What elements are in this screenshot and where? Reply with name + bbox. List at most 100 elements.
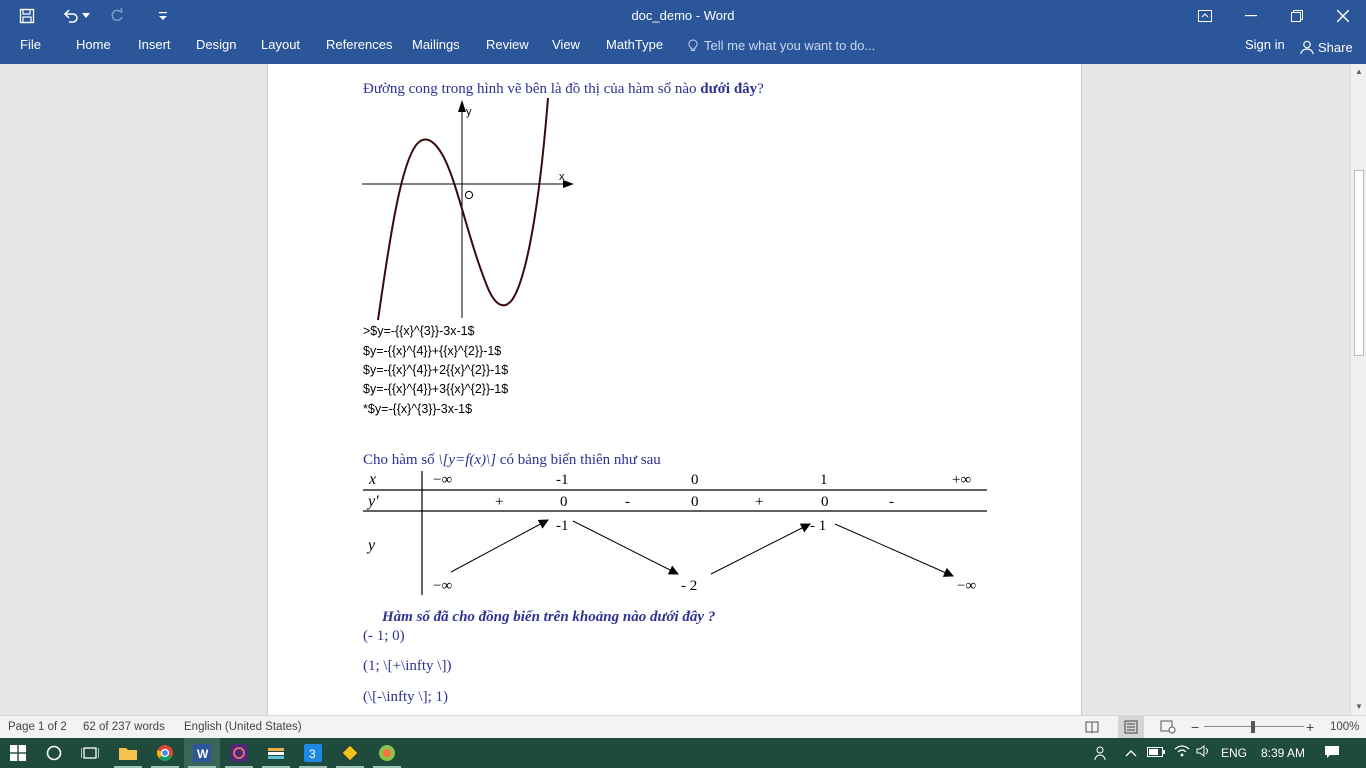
person-icon (1300, 40, 1314, 54)
q1-answer-5: *$y=-{{x}^{3}}-3x-1$ (363, 402, 473, 416)
zoom-out-icon[interactable]: − (1191, 716, 1199, 738)
x-axis-arrow (563, 180, 574, 188)
document-area: Đường cong trong hình vẽ bên là đồ thị c… (0, 64, 1350, 715)
function-graph: y x (362, 97, 574, 321)
tab-layout[interactable]: Layout (261, 32, 300, 60)
show-hidden-icons[interactable] (1125, 738, 1137, 768)
tab-home[interactable]: Home (76, 32, 111, 60)
vertical-scrollbar[interactable]: ▲ ▼ (1350, 64, 1366, 715)
q1-answer-2: $y=-{{x}^{4}}+{{x}^{2}}-1$ (363, 344, 502, 358)
wifi-icon[interactable] (1174, 738, 1190, 768)
row-label-y: y (366, 537, 376, 554)
print-layout-icon[interactable] (1118, 716, 1144, 738)
question-1-part-c: ? (757, 81, 764, 97)
tell-me-search[interactable]: Tell me what you want to do... (688, 32, 875, 60)
tab-design[interactable]: Design (196, 32, 236, 60)
question-1-part-a: Đường cong trong hình vẽ bên là đồ thị c… (363, 81, 701, 97)
tab-view[interactable]: View (552, 32, 580, 60)
scroll-up-icon[interactable]: ▲ (1351, 65, 1366, 79)
tab-file[interactable]: File (20, 32, 41, 60)
tell-me-label: Tell me what you want to do... (704, 38, 876, 53)
increase-arrow (710, 523, 811, 575)
input-language[interactable]: ENG (1221, 738, 1247, 768)
scroll-down-icon[interactable]: ▼ (1351, 700, 1366, 714)
y-axis-label: y (466, 106, 472, 118)
app-icon-stack[interactable] (258, 738, 294, 768)
customize-toolbar-icon[interactable] (148, 0, 178, 32)
y-value: −∞ (957, 578, 976, 594)
action-center-icon[interactable] (1324, 745, 1340, 761)
tab-mathtype[interactable]: MathType (606, 32, 663, 60)
redo-icon[interactable] (102, 0, 132, 32)
y-axis-arrow (458, 100, 466, 112)
q1-answer-4: $y=-{{x}^{4}}+3{{x}^{2}}-1$ (363, 382, 509, 396)
clock[interactable]: 8:39 AM (1261, 738, 1305, 768)
y-value: - 1 (810, 518, 826, 534)
app-icon-blue[interactable]: 3 (295, 738, 331, 768)
volume-icon[interactable] (1196, 738, 1212, 768)
document-page[interactable]: Đường cong trong hình vẽ bên là đồ thị c… (267, 64, 1082, 715)
question-2-intro-a: Cho hàm số (363, 452, 439, 468)
x-axis-label: x (559, 171, 565, 183)
task-view-icon[interactable] (72, 738, 108, 768)
question-1-bold: dưới đây (700, 81, 758, 97)
lightbulb-icon (688, 39, 698, 51)
x-value: 1 (820, 472, 828, 488)
scrollbar-thumb[interactable] (1354, 170, 1364, 356)
app-icon-purple[interactable] (221, 738, 257, 768)
yprime-value: + (755, 494, 763, 510)
x-value: +∞ (952, 472, 971, 488)
yprime-value: - (889, 494, 894, 510)
decrease-arrow (834, 523, 954, 577)
close-icon[interactable] (1320, 0, 1366, 32)
tab-references[interactable]: References (326, 32, 392, 60)
x-value: -1 (556, 472, 569, 488)
title-bar: doc_demo - Word (0, 0, 1366, 32)
yprime-value: 0 (691, 494, 699, 510)
variation-table: x y' y −∞ -1 0 1 +∞ + 0 - 0 + 0 - −∞ -1 … (363, 471, 987, 595)
ribbon-display-options-icon[interactable] (1182, 0, 1228, 32)
yprime-value: - (625, 494, 630, 510)
language-indicator[interactable]: English (United States) (184, 716, 302, 738)
restore-icon[interactable] (1274, 0, 1320, 32)
status-bar: Page 1 of 2 62 of 237 words English (Uni… (0, 715, 1366, 738)
zoom-level[interactable]: 100% (1330, 716, 1359, 738)
y-value: -1 (556, 518, 569, 534)
share-button[interactable]: Share (1294, 34, 1360, 60)
undo-dropdown-icon[interactable] (76, 0, 96, 32)
file-explorer-icon[interactable] (110, 738, 146, 768)
page-indicator[interactable]: Page 1 of 2 (8, 716, 67, 738)
word-count[interactable]: 62 of 237 words (83, 716, 165, 738)
tab-review[interactable]: Review (486, 32, 529, 60)
search-icon[interactable] (36, 738, 72, 768)
yprime-value: 0 (821, 494, 829, 510)
app-icon-diamond[interactable] (332, 738, 368, 768)
share-label: Share (1318, 39, 1353, 55)
start-icon[interactable] (0, 738, 36, 768)
minimize-icon[interactable] (1228, 0, 1274, 32)
cubic-curve (377, 97, 549, 321)
q1-answer-3: $y=-{{x}^{4}}+2{{x}^{2}}-1$ (363, 363, 509, 377)
question-2-intro-c: có bảng biến thiên như sau (496, 452, 661, 468)
app-icon-game[interactable] (369, 738, 405, 768)
zoom-slider-thumb[interactable] (1251, 721, 1255, 733)
sign-in-link[interactable]: Sign in (1245, 32, 1285, 58)
word-taskbar-icon[interactable]: W (184, 738, 220, 768)
tab-mailings[interactable]: Mailings (412, 32, 460, 60)
increase-arrow (450, 519, 549, 573)
y-value: −∞ (433, 578, 452, 594)
window-title: doc_demo - Word (631, 8, 735, 23)
zoom-in-icon[interactable]: + (1306, 716, 1314, 738)
yprime-value: 0 (560, 494, 568, 510)
save-icon[interactable] (12, 0, 42, 32)
people-icon[interactable] (1094, 745, 1110, 761)
tab-insert[interactable]: Insert (138, 32, 171, 60)
battery-icon[interactable] (1147, 738, 1165, 768)
origin-marker (464, 190, 474, 200)
ribbon-tabs: File Home Insert Design Layout Reference… (0, 32, 1366, 64)
row-label-yprime: y' (366, 493, 379, 510)
svg-text:3: 3 (309, 747, 316, 761)
x-value: −∞ (433, 472, 452, 488)
chrome-icon[interactable] (147, 738, 183, 768)
x-value: 0 (691, 472, 699, 488)
